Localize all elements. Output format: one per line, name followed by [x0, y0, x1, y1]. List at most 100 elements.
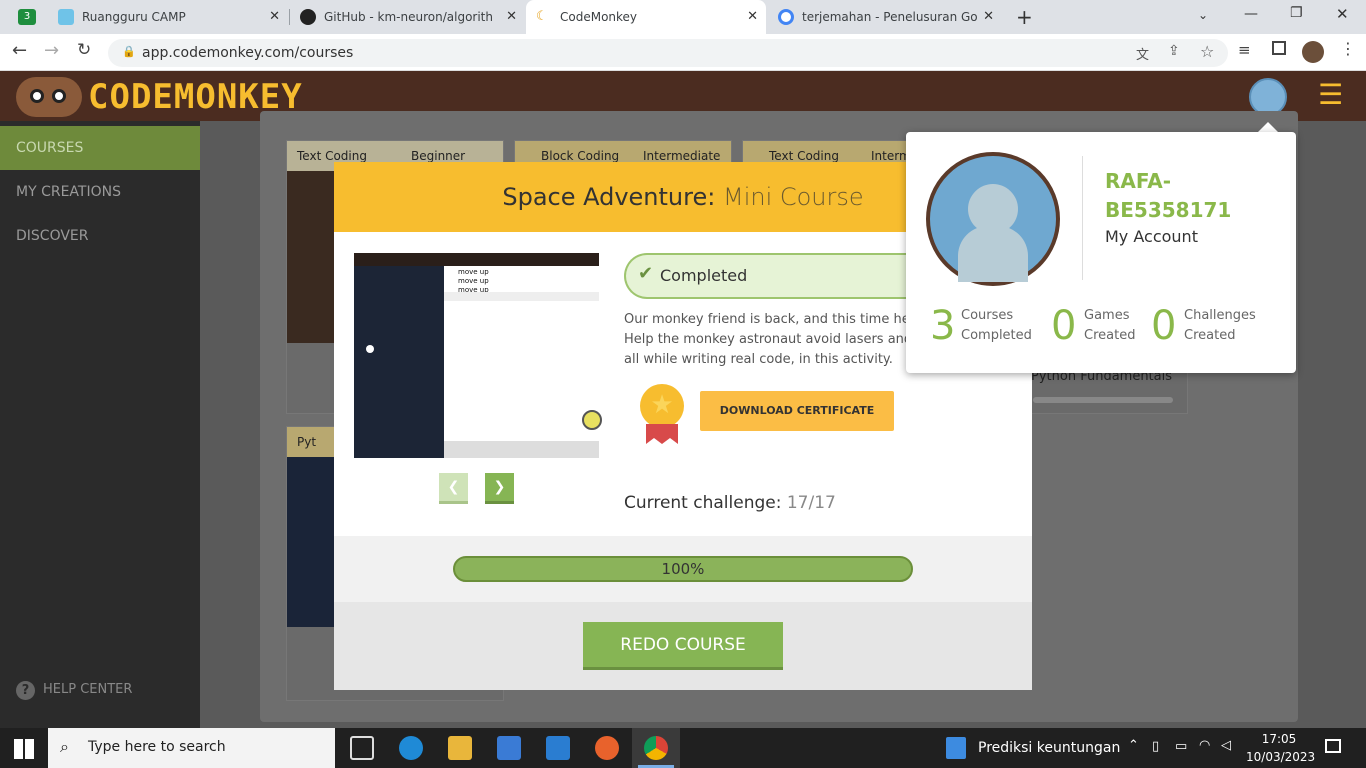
github-icon: [300, 9, 316, 25]
ribbon-icon: [646, 424, 678, 444]
forward-icon[interactable]: →: [44, 40, 59, 61]
sidebar-item-my-creations[interactable]: MY CREATIONS: [0, 170, 200, 214]
minimize-icon[interactable]: —: [1244, 6, 1258, 22]
tab-title: terjemahan - Penelusuran Google: [802, 10, 977, 24]
courses-completed-label: Courses Completed: [961, 308, 1032, 343]
profile-username: RAFA- BE5358171: [1105, 169, 1232, 222]
translate-icon[interactable]: 文: [1136, 44, 1149, 63]
close-window-icon[interactable]: ✕: [1336, 5, 1349, 23]
challenge-label: Current challenge:: [624, 493, 782, 513]
tab-codemonkey[interactable]: ☾ CodeMonkey ✕: [526, 0, 766, 34]
medal-icon: ★: [640, 384, 684, 428]
file-explorer-icon[interactable]: [448, 736, 472, 760]
courses-completed-count: 3: [930, 303, 956, 349]
reading-list-icon[interactable]: ≡: [1238, 41, 1251, 59]
status-text: Completed: [660, 266, 748, 285]
back-icon[interactable]: ←: [12, 40, 27, 61]
sidebar-item-discover[interactable]: DISCOVER: [0, 214, 200, 258]
restore-icon[interactable]: ❐: [1290, 5, 1303, 21]
chrome-icon: [644, 736, 668, 760]
device-icon[interactable]: ▯: [1152, 739, 1159, 754]
card-type: Pyt: [297, 435, 317, 449]
challenges-created-label: Challenges Created: [1184, 308, 1256, 343]
tab-title: Ruangguru CAMP: [82, 10, 186, 24]
monkey-logo-icon[interactable]: [16, 77, 82, 117]
edge-icon[interactable]: [399, 736, 423, 760]
battery-icon[interactable]: ▭: [1175, 739, 1187, 754]
ruangguru-icon: [58, 9, 74, 25]
google-icon: [778, 9, 794, 25]
tab-ruangguru[interactable]: Ruangguru CAMP ✕: [48, 0, 288, 34]
code-line: move up: [458, 268, 489, 276]
notification-icon[interactable]: [1325, 739, 1341, 753]
code-line: move up: [458, 277, 489, 285]
document-icon[interactable]: [946, 737, 966, 759]
banana-icon: ☾: [536, 9, 548, 24]
clock-time[interactable]: 17:05: [1256, 732, 1302, 746]
volume-icon[interactable]: ◁: [1221, 738, 1231, 753]
close-tab-icon[interactable]: ✕: [983, 9, 994, 24]
share-icon[interactable]: ⇪: [1168, 43, 1180, 59]
search-icon: ⌕: [60, 737, 69, 756]
taskbar-app-title[interactable]: Prediksi keuntungan: [978, 740, 1120, 756]
divider: [1082, 156, 1083, 280]
mail-icon[interactable]: [546, 736, 570, 760]
bookmark-star-icon[interactable]: ☆: [1200, 42, 1214, 61]
popup-arrow: [1258, 122, 1278, 132]
hamburger-menu-icon[interactable]: ☰: [1318, 79, 1343, 111]
my-account-link[interactable]: My Account: [1105, 227, 1198, 246]
games-created-count: 0: [1051, 303, 1077, 349]
close-tab-icon[interactable]: ✕: [506, 9, 517, 24]
tab-github[interactable]: GitHub - km-neuron/algorithm-a ✕: [290, 0, 525, 34]
reload-icon[interactable]: ↻: [77, 40, 91, 60]
tab-search-icon[interactable]: ⌄: [1198, 8, 1208, 22]
store-icon[interactable]: [497, 736, 521, 760]
redo-course-button[interactable]: REDO COURSE: [583, 622, 783, 670]
windows-start-icon[interactable]: [14, 739, 34, 759]
lock-icon: 🔒: [122, 45, 136, 58]
wifi-icon[interactable]: ◠: [1199, 738, 1210, 753]
astronaut-sprite: [366, 345, 374, 353]
profile-avatar-icon[interactable]: [1302, 41, 1324, 63]
search-placeholder: Type here to search: [88, 739, 226, 755]
modal-title: Space Adventure:: [502, 183, 716, 211]
current-challenge: Current challenge: 17/17: [624, 493, 836, 513]
help-center-link[interactable]: HELP CENTER: [43, 682, 132, 697]
tab-title: GitHub - km-neuron/algorithm-a: [324, 10, 494, 24]
challenge-value: 17/17: [786, 493, 836, 513]
completed-status: ✔ Completed: [624, 253, 924, 299]
code-toolbar: [444, 441, 599, 458]
sidebar: COURSES MY CREATIONS DISCOVER ? HELP CEN…: [0, 121, 200, 728]
new-tab-button[interactable]: +: [1016, 5, 1033, 29]
clock-date[interactable]: 10/03/2023: [1246, 750, 1315, 764]
prev-slide-button[interactable]: ❮: [439, 473, 468, 504]
chevron-up-icon[interactable]: ⌃: [1128, 738, 1139, 753]
menu-dots-icon[interactable]: ⋮: [1340, 39, 1356, 58]
download-certificate-button[interactable]: DOWNLOAD CERTIFICATE: [700, 391, 894, 431]
tab-search-badge[interactable]: 3: [18, 9, 36, 25]
progress-section: 100%: [334, 536, 1032, 602]
tab-title: CodeMonkey: [560, 10, 638, 24]
tab-google[interactable]: terjemahan - Penelusuran Google ✕: [768, 0, 1002, 34]
code-editor: move up move up move up: [444, 266, 602, 441]
sidebar-toggle-icon[interactable]: [1272, 41, 1286, 55]
url-text: app.codemonkey.com/courses: [142, 45, 354, 61]
address-bar[interactable]: 🔒 app.codemonkey.com/courses 文 ⇪ ☆: [108, 39, 1228, 67]
play-icon: [582, 410, 602, 430]
taskbar-search-box[interactable]: ⌕ Type here to search: [48, 728, 335, 768]
close-tab-icon[interactable]: ✕: [269, 9, 280, 24]
task-view-icon[interactable]: [350, 736, 374, 760]
challenges-created-count: 0: [1151, 303, 1177, 349]
profile-popup: RAFA- BE5358171 My Account 3 Courses Com…: [906, 132, 1296, 373]
sidebar-item-courses[interactable]: COURSES: [0, 126, 200, 170]
chrome-taskbar-button[interactable]: [632, 728, 680, 768]
course-description: Our monkey friend is back, and this time…: [624, 312, 920, 367]
modal-subtitle: Mini Course: [722, 183, 864, 211]
checkmark-icon: ✔: [638, 263, 654, 284]
firefox-icon[interactable]: [595, 736, 619, 760]
profile-avatar[interactable]: [926, 152, 1060, 286]
next-slide-button[interactable]: ❯: [485, 473, 514, 504]
help-icon[interactable]: ?: [16, 681, 35, 700]
close-tab-icon[interactable]: ✕: [747, 9, 758, 24]
browser-tab-strip: 3 Ruangguru CAMP ✕ GitHub - km-neuron/al…: [0, 0, 1366, 34]
